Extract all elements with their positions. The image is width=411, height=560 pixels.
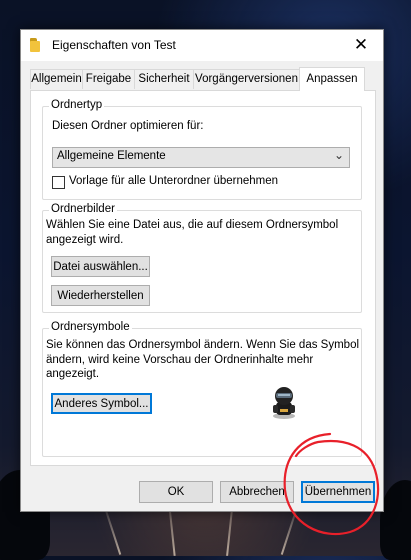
tab-anpassen[interactable]: Anpassen bbox=[299, 67, 365, 91]
